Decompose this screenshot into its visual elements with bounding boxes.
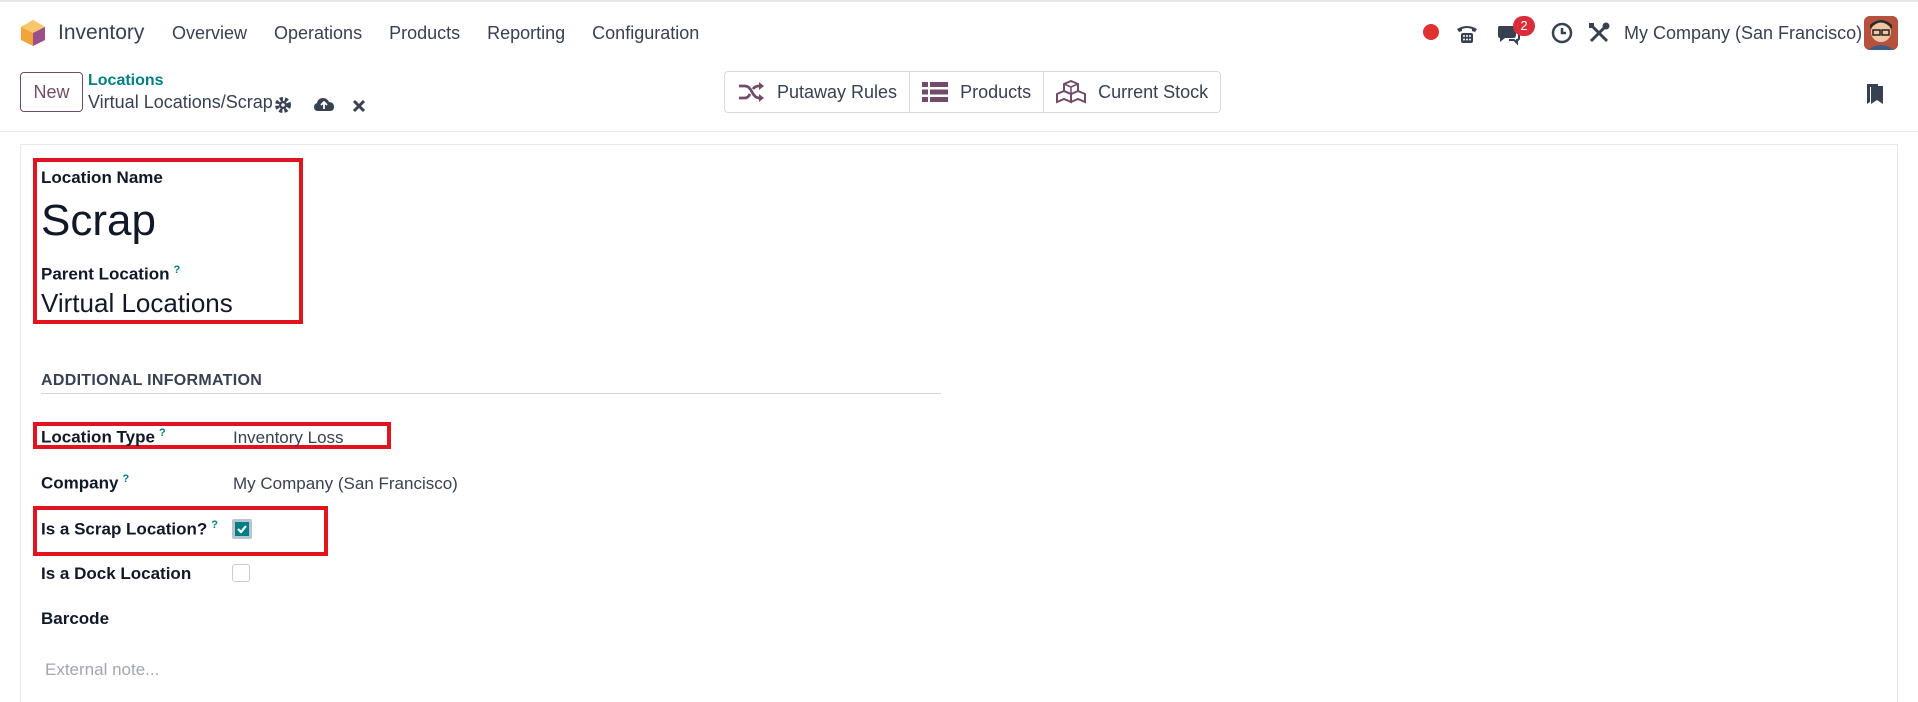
location-type-label: Location Type?: [41, 427, 166, 447]
help-icon[interactable]: ?: [159, 427, 166, 439]
recording-indicator-icon[interactable]: [1423, 24, 1439, 40]
main-menu: Overview Operations Products Reporting C…: [172, 23, 726, 44]
check-icon: [237, 525, 247, 534]
menu-reporting[interactable]: Reporting: [487, 23, 565, 44]
company-switcher[interactable]: My Company (San Francisco): [1624, 23, 1862, 44]
location-name-label: Location Name: [41, 168, 163, 187]
barcode-label: Barcode: [41, 609, 110, 628]
parent-location-field[interactable]: Virtual Locations: [41, 288, 233, 319]
external-note-input[interactable]: [45, 660, 645, 680]
current-stock-label: Current Stock: [1098, 81, 1209, 102]
inventory-app-icon[interactable]: [20, 19, 46, 47]
menu-products[interactable]: Products: [389, 23, 460, 44]
dock-location-label: Is a Dock Location: [41, 564, 192, 583]
menu-configuration[interactable]: Configuration: [592, 23, 699, 44]
help-icon[interactable]: ?: [211, 519, 218, 531]
top-navbar: Inventory Overview Operations Products R…: [0, 0, 1918, 62]
section-divider: [41, 393, 941, 394]
company-field[interactable]: My Company (San Francisco): [233, 474, 458, 494]
products-button[interactable]: Products: [910, 72, 1045, 112]
breadcrumb-current: Virtual Locations/Scrap: [88, 92, 273, 112]
products-label: Products: [960, 81, 1032, 102]
smart-buttons: Putaway Rules Products Current Stock: [724, 71, 1222, 113]
breadcrumb-locations[interactable]: Locations: [88, 72, 164, 90]
location-name-field[interactable]: Scrap: [41, 196, 156, 246]
shuffle-icon: [739, 82, 764, 102]
user-avatar[interactable]: [1864, 16, 1898, 50]
discard-icon[interactable]: [348, 95, 370, 117]
scrap-location-label: Is a Scrap Location??: [41, 519, 218, 539]
menu-operations[interactable]: Operations: [274, 23, 362, 44]
tools-icon[interactable]: [1586, 20, 1612, 46]
clock-icon[interactable]: [1549, 20, 1575, 46]
control-panel: New Locations Virtual Locations/Scrap Pu…: [0, 62, 1918, 132]
gear-icon[interactable]: [272, 94, 294, 116]
app-name[interactable]: Inventory: [58, 21, 144, 45]
bookmark-icon[interactable]: [1864, 82, 1886, 106]
list-icon: [922, 82, 949, 102]
messages-badge: 2: [1513, 16, 1535, 36]
help-icon[interactable]: ?: [122, 473, 129, 485]
putaway-rules-button[interactable]: Putaway Rules: [725, 72, 911, 112]
section-title: ADDITIONAL INFORMATION: [41, 372, 263, 389]
help-icon[interactable]: ?: [173, 264, 180, 276]
parent-location-label: Parent Location?: [41, 264, 181, 284]
cloud-save-icon[interactable]: [313, 94, 335, 116]
menu-overview[interactable]: Overview: [172, 23, 247, 44]
cubes-icon: [1056, 80, 1087, 104]
location-type-field[interactable]: Inventory Loss: [233, 428, 344, 448]
scrap-location-checkbox[interactable]: [232, 519, 252, 539]
current-stock-button[interactable]: Current Stock: [1044, 72, 1220, 112]
putaway-rules-label: Putaway Rules: [777, 81, 898, 102]
company-label: Company?: [41, 473, 130, 493]
dock-location-checkbox[interactable]: [232, 564, 250, 582]
phone-icon[interactable]: [1454, 20, 1480, 46]
new-button[interactable]: New: [20, 72, 83, 112]
